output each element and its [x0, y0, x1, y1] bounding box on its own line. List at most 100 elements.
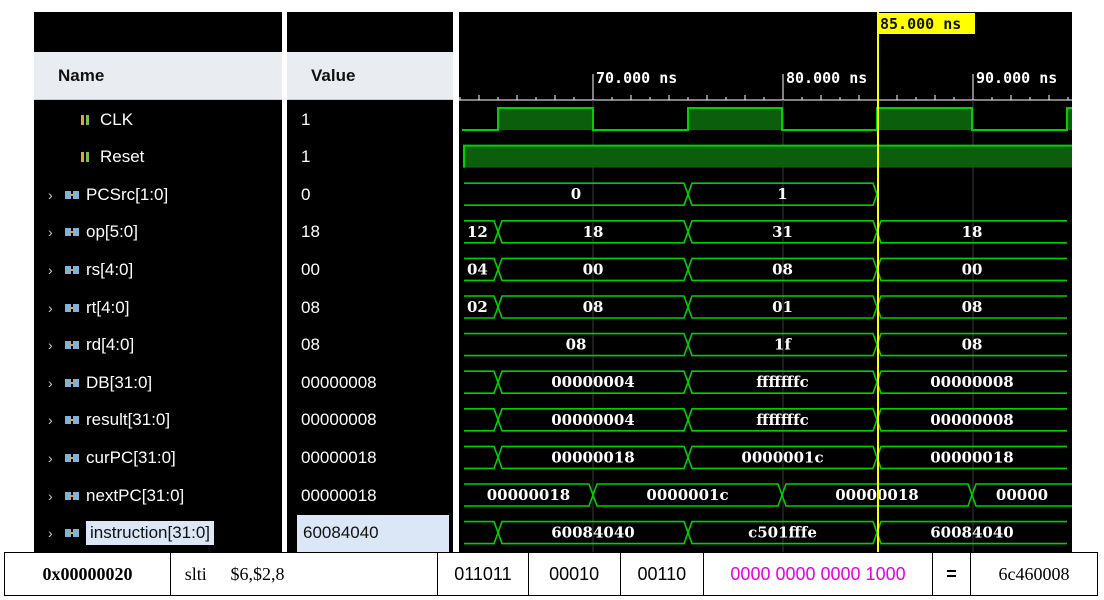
- signal-row[interactable]: › curPC[31:0]: [34, 439, 287, 476]
- signal-name: rt[4:0]: [86, 297, 130, 317]
- bus-value-label: 18: [962, 223, 983, 241]
- clk-high-fill: [877, 108, 972, 130]
- bus-value-label: 1: [777, 185, 787, 203]
- expand-chevron-icon[interactable]: ›: [48, 337, 64, 353]
- bus-value-label: 00000004: [551, 411, 635, 429]
- signal-name: op[5:0]: [86, 222, 138, 242]
- waveform-viewer: Name CLK Reset › PCSrc[1:0] › op[5:0] › rs[4:0]…: [34, 12, 1072, 552]
- signal-row[interactable]: › instruction[31:0]: [34, 515, 287, 552]
- instr-imm-field: 0000 0000 0000 1000: [703, 552, 933, 596]
- signal-name: nextPC[31:0]: [86, 485, 185, 505]
- instr-rs-field: 00010: [527, 552, 621, 596]
- signal-name: Reset: [100, 147, 145, 167]
- name-column-header[interactable]: Name: [34, 52, 287, 100]
- bus-value-label: 04: [467, 260, 488, 278]
- instr-equals: =: [931, 552, 972, 596]
- expand-chevron-icon[interactable]: ›: [48, 375, 64, 391]
- signal-value: 00000008: [301, 410, 377, 430]
- bus-segment: [464, 370, 499, 394]
- bus-segment: [464, 520, 499, 545]
- expand-chevron-icon[interactable]: ›: [48, 262, 64, 278]
- bus-signal-icon: [65, 265, 79, 274]
- instruction-encoding-table: 0x00000020 slti $6,$2,8 011011 00010 001…: [4, 552, 1098, 596]
- bus-signal-icon: [65, 303, 79, 312]
- cursor-time-label: 85.000 ns: [880, 15, 961, 33]
- bus-signal-icon: [65, 416, 79, 425]
- expand-chevron-icon[interactable]: ›: [48, 187, 64, 203]
- signal-row[interactable]: › rt[4:0]: [34, 289, 287, 326]
- bus-value-label: 01: [772, 298, 793, 316]
- clk-high-fill: [498, 108, 593, 130]
- signal-value: 18: [301, 222, 320, 242]
- bus-value-label: 18: [583, 223, 604, 241]
- name-toolbar-area: [34, 12, 287, 52]
- signal-row[interactable]: › result[31:0]: [34, 402, 287, 439]
- expand-chevron-icon[interactable]: ›: [48, 450, 64, 466]
- bus-value-label: 31: [772, 223, 793, 241]
- bit-signal-icon: [81, 114, 89, 125]
- instr-hex: 6c460008: [970, 552, 1098, 596]
- signal-row[interactable]: › PCSrc[1:0]: [34, 176, 287, 213]
- bus-value-label: 00000018: [930, 448, 1014, 466]
- expand-chevron-icon[interactable]: ›: [48, 488, 64, 504]
- value-header-label: Value: [311, 65, 356, 85]
- clk-high-fill: [688, 108, 782, 130]
- instr-mnemonic: slti: [170, 552, 221, 596]
- bus-value-label: 60084040: [930, 524, 1014, 542]
- signal-value: 00000018: [301, 447, 377, 467]
- value-toolbar-area: [287, 12, 453, 52]
- bus-value-label: 08: [962, 336, 983, 354]
- name-header-label: Name: [58, 65, 105, 85]
- time-tick-label: 70.000 ns: [596, 69, 677, 87]
- instr-op-field: 011011: [437, 552, 529, 596]
- bus-signal-icon: [65, 491, 79, 500]
- bus-value-label: 0: [571, 185, 581, 203]
- bus-segment: [464, 408, 499, 432]
- bus-value-label: 08: [772, 260, 793, 278]
- expand-chevron-icon[interactable]: ›: [48, 300, 64, 316]
- reset-high-fill: [464, 145, 1072, 168]
- signal-row[interactable]: › op[5:0]: [34, 214, 287, 251]
- signal-row[interactable]: Reset: [34, 139, 287, 176]
- signal-row[interactable]: › DB[31:0]: [34, 364, 287, 401]
- bus-value-label: 1f: [774, 336, 792, 354]
- bus-value-label: 00: [962, 260, 983, 278]
- bus-value-label: 08: [583, 298, 604, 316]
- instr-operands: $6,$2,8: [220, 552, 439, 596]
- expand-chevron-icon[interactable]: ›: [48, 224, 64, 240]
- bus-value-label: 00000004: [551, 373, 635, 391]
- time-tick-label: 80.000 ns: [786, 69, 867, 87]
- bus-value-label: 00000018: [551, 448, 635, 466]
- bus-signal-icon: [65, 190, 79, 199]
- bus-segment: [464, 445, 499, 470]
- signal-value: 0: [301, 184, 311, 204]
- bus-value-label: fffffffc: [756, 373, 809, 391]
- bus-value-label: fffffffc: [756, 411, 809, 429]
- bus-value-label: 60084040: [551, 524, 635, 542]
- signal-row[interactable]: › rs[4:0]: [34, 251, 287, 288]
- signal-name: rs[4:0]: [86, 259, 134, 279]
- expand-chevron-icon[interactable]: ›: [48, 525, 64, 541]
- signal-row[interactable]: CLK: [34, 101, 287, 138]
- bus-value-label: 00000018: [487, 486, 571, 504]
- signal-row[interactable]: › rd[4:0]: [34, 327, 287, 364]
- bus-value-label: 00000008: [930, 373, 1014, 391]
- bus-signal-icon: [65, 529, 79, 538]
- bus-value-label: 00000: [996, 486, 1048, 504]
- waveform-canvas[interactable]: 70.000 ns 80.000 ns 90.000 ns0 112 18 31 1804 0…: [459, 12, 1072, 552]
- signal-row[interactable]: › nextPC[31:0]: [34, 477, 287, 514]
- bus-signal-icon: [65, 341, 79, 350]
- bus-value-label: 02: [467, 298, 488, 316]
- signal-value: 1: [301, 147, 311, 167]
- bus-signal-icon: [65, 453, 79, 462]
- bus-value-label: c501fffe: [748, 524, 817, 542]
- bus-value-label: 0000001c: [741, 448, 823, 466]
- bit-signal-icon: [81, 152, 89, 163]
- expand-chevron-icon[interactable]: ›: [48, 412, 64, 428]
- bus-value-label: 08: [566, 336, 587, 354]
- waveform-panel[interactable]: 70.000 ns 80.000 ns 90.000 ns 0 1 12 18 31 18 04 0…: [459, 12, 1072, 552]
- bus-value-label: 00000008: [930, 411, 1014, 429]
- value-column-header[interactable]: Value: [287, 52, 453, 100]
- signal-name: instruction[31:0]: [86, 521, 215, 546]
- instruction-encoding-row: 0x00000020 slti $6,$2,8 011011 00010 001…: [4, 552, 1098, 596]
